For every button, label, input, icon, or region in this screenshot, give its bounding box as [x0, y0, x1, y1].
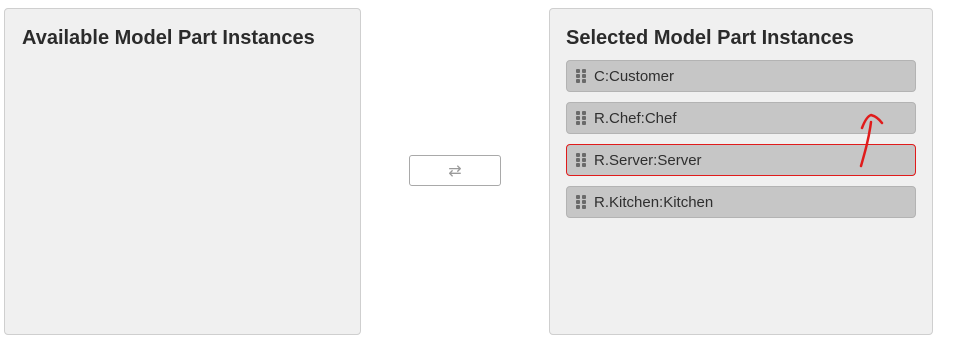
list-item[interactable]: R.Kitchen:Kitchen	[566, 186, 916, 218]
drag-handle-icon[interactable]	[576, 195, 586, 209]
swap-arrows-icon: ⇄	[448, 160, 462, 180]
list-item-label: R.Kitchen:Kitchen	[594, 193, 714, 211]
selected-panel-title: Selected Model Part Instances	[566, 27, 854, 49]
swap-button[interactable]: ⇄	[409, 155, 501, 186]
list-item-label: R.Chef:Chef	[594, 109, 677, 127]
list-item[interactable]: C:Customer	[566, 60, 916, 92]
drag-handle-icon[interactable]	[576, 153, 586, 167]
list-item[interactable]: R.Chef:Chef	[566, 102, 916, 134]
drag-handle-icon[interactable]	[576, 111, 586, 125]
selected-instances-list: C:Customer R.Chef:Chef R.Server:Server R…	[566, 60, 916, 228]
list-item-label: R.Server:Server	[594, 151, 702, 169]
list-item-label: C:Customer	[594, 67, 675, 85]
selected-instances-panel: Selected Model Part Instances C:Customer…	[549, 8, 933, 335]
available-panel-title: Available Model Part Instances	[22, 27, 315, 49]
drag-handle-icon[interactable]	[576, 69, 586, 83]
list-item[interactable]: R.Server:Server	[566, 144, 916, 176]
available-instances-panel: Available Model Part Instances	[4, 8, 361, 335]
